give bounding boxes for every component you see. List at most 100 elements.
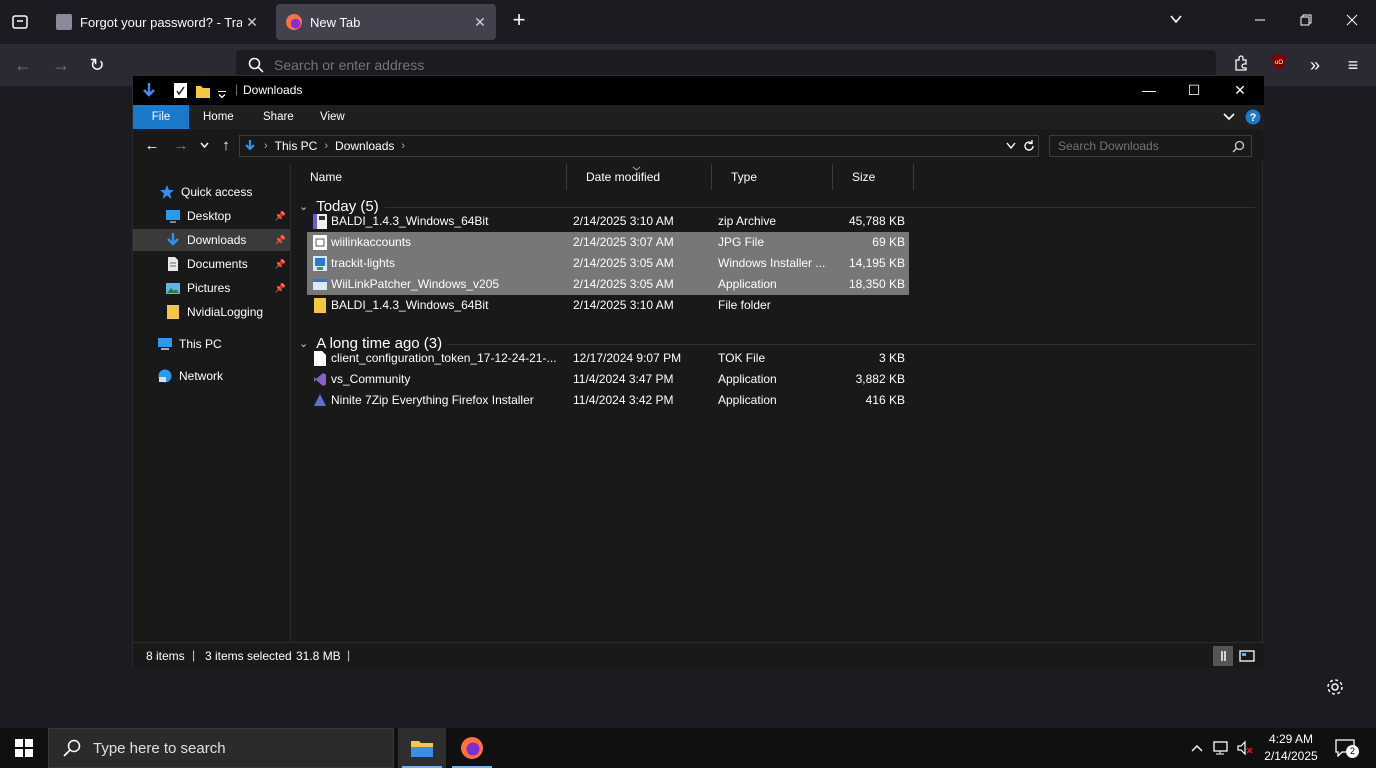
nav-desktop[interactable]: Desktop 📌: [133, 205, 290, 227]
notification-center-icon[interactable]: 2: [1330, 728, 1360, 768]
sort-indicator-icon: [632, 166, 641, 171]
tab-view[interactable]: View: [306, 105, 359, 129]
status-separator: |: [347, 648, 351, 662]
nav-label: Quick access: [181, 185, 253, 199]
explorer-minimize-icon[interactable]: —: [1126, 76, 1172, 105]
explorer-close-icon[interactable]: ✕: [1217, 76, 1263, 105]
up-arrow-icon[interactable]: ↑: [217, 137, 235, 155]
forward-icon[interactable]: →: [48, 52, 74, 78]
recent-locations-chevron-icon[interactable]: [200, 142, 209, 149]
file-explorer-window: | Downloads — ☐ ✕ File Home Share View ?…: [132, 75, 1264, 667]
new-tab-button[interactable]: +: [508, 9, 530, 32]
address-bar[interactable]: › This PC › Downloads ›: [239, 135, 1039, 157]
file-type: JPG File: [718, 235, 765, 249]
system-clock[interactable]: 4:29 AM 2/14/2025: [1256, 731, 1326, 765]
large-icons-view-icon[interactable]: [1237, 646, 1257, 666]
tab-overflow-chevron-icon[interactable]: [1164, 10, 1188, 34]
column-header-type[interactable]: Type: [712, 164, 833, 190]
browser-tab-bar: Forgot your password? - Trackit ✕ New Ta…: [0, 0, 1376, 44]
nav-this-pc[interactable]: This PC: [133, 333, 290, 355]
firefox-taskbar-button[interactable]: [448, 728, 496, 768]
close-tab-icon[interactable]: ✕: [242, 14, 262, 31]
network-icon: [158, 369, 172, 383]
file-row[interactable]: client_configuration_token_17-12-24-21-.…: [307, 348, 909, 369]
breadcrumb-downloads[interactable]: Downloads: [335, 139, 394, 153]
nav-quick-access[interactable]: Quick access: [133, 181, 290, 203]
details-view-icon[interactable]: [1213, 646, 1233, 666]
new-folder-icon[interactable]: [195, 82, 211, 99]
tab-home[interactable]: Home: [189, 105, 248, 129]
refresh-icon[interactable]: [1022, 139, 1036, 153]
ublock-origin-icon[interactable]: uO: [1266, 52, 1292, 78]
show-hidden-icons-chevron-icon[interactable]: [1186, 728, 1208, 768]
file-explorer-taskbar-button[interactable]: [398, 728, 446, 768]
pin-icon[interactable]: 📌: [275, 211, 286, 222]
nav-nvidialogging[interactable]: NvidiaLogging: [133, 301, 290, 323]
close-window-icon[interactable]: [1340, 10, 1364, 34]
group-divider: [447, 344, 1255, 345]
search-downloads-input[interactable]: [1058, 139, 1228, 153]
properties-icon[interactable]: [173, 82, 188, 99]
downloads-location-icon: [245, 140, 255, 151]
help-icon[interactable]: ?: [1245, 109, 1261, 125]
clock-date: 2/14/2025: [1264, 749, 1318, 763]
search-icon: [63, 739, 81, 757]
start-button[interactable]: [0, 728, 48, 768]
nav-label: Downloads: [187, 233, 247, 247]
tab-forgot-password[interactable]: Forgot your password? - Trackit ✕: [46, 4, 268, 40]
file-row[interactable]: trackit-lights 2/14/2025 3:05 AM Windows…: [307, 253, 909, 274]
file-row[interactable]: BALDI_1.4.3_Windows_64Bit 2/14/2025 3:10…: [307, 295, 909, 316]
column-header-size[interactable]: Size: [833, 164, 914, 190]
tab-file[interactable]: File: [133, 105, 189, 129]
taskbar-search[interactable]: Type here to search: [48, 728, 394, 768]
explorer-maximize-icon[interactable]: ☐: [1171, 76, 1217, 105]
nav-pictures[interactable]: Pictures 📌: [133, 277, 290, 299]
file-row[interactable]: Ninite 7Zip Everything Firefox Installer…: [307, 390, 909, 411]
file-size: 45,788 KB: [848, 214, 905, 228]
file-row[interactable]: wiilinkaccounts 2/14/2025 3:07 AM JPG Fi…: [307, 232, 909, 253]
list-all-tabs-icon[interactable]: [8, 10, 32, 34]
forward-arrow-icon[interactable]: →: [172, 137, 190, 155]
pin-icon[interactable]: 📌: [275, 283, 286, 294]
file-type: File folder: [718, 298, 771, 312]
gear-icon[interactable]: [1325, 677, 1345, 697]
url-input[interactable]: [274, 57, 974, 73]
address-history-chevron-icon[interactable]: [1006, 142, 1016, 150]
blank-file-icon: [314, 351, 326, 366]
folder-icon: [314, 298, 326, 313]
file-date: 11/4/2024 3:42 PM: [573, 393, 674, 407]
tab-share[interactable]: Share: [249, 105, 308, 129]
back-icon[interactable]: ←: [10, 52, 36, 78]
file-explorer-icon: [411, 741, 433, 757]
pin-icon[interactable]: 📌: [275, 259, 286, 270]
breadcrumb-this-pc[interactable]: This PC: [275, 139, 318, 153]
customize-toolbar-chevron-icon[interactable]: [217, 86, 227, 103]
more-tools-chevron-icon[interactable]: »: [1302, 52, 1328, 78]
nav-documents[interactable]: Documents 📌: [133, 253, 290, 275]
tab-new-tab[interactable]: New Tab ✕: [276, 4, 496, 40]
network-status-icon[interactable]: [1210, 728, 1234, 768]
close-tab-icon[interactable]: ✕: [470, 14, 490, 31]
app-menu-icon[interactable]: ≡: [1340, 52, 1366, 78]
nav-label: Network: [179, 369, 224, 383]
expand-ribbon-chevron-icon[interactable]: [1223, 112, 1235, 122]
file-row[interactable]: vs_Community 11/4/2024 3:47 PM Applicati…: [307, 369, 909, 390]
application-icon: [313, 279, 327, 290]
download-arrow-icon: [143, 83, 155, 97]
search-downloads-box[interactable]: [1049, 135, 1252, 157]
file-row[interactable]: BALDI_1.4.3_Windows_64Bit 2/14/2025 3:10…: [307, 211, 909, 232]
file-row[interactable]: WiiLinkPatcher_Windows_v205 2/14/2025 3:…: [307, 274, 909, 295]
notification-count-badge: 2: [1346, 745, 1359, 758]
back-arrow-icon[interactable]: ←: [143, 137, 161, 155]
reload-icon[interactable]: ↻: [84, 52, 110, 78]
column-header-name[interactable]: Name: [291, 164, 567, 190]
file-size: 3 KB: [878, 351, 905, 365]
zip-icon: [313, 214, 327, 229]
nav-downloads[interactable]: Downloads 📌: [133, 229, 290, 251]
restore-icon[interactable]: [1294, 10, 1318, 34]
nav-network[interactable]: Network: [133, 365, 290, 387]
window-title: Downloads: [243, 83, 303, 97]
minimize-icon[interactable]: [1248, 10, 1272, 34]
pin-icon[interactable]: 📌: [275, 235, 286, 246]
volume-muted-icon[interactable]: [1234, 728, 1256, 768]
